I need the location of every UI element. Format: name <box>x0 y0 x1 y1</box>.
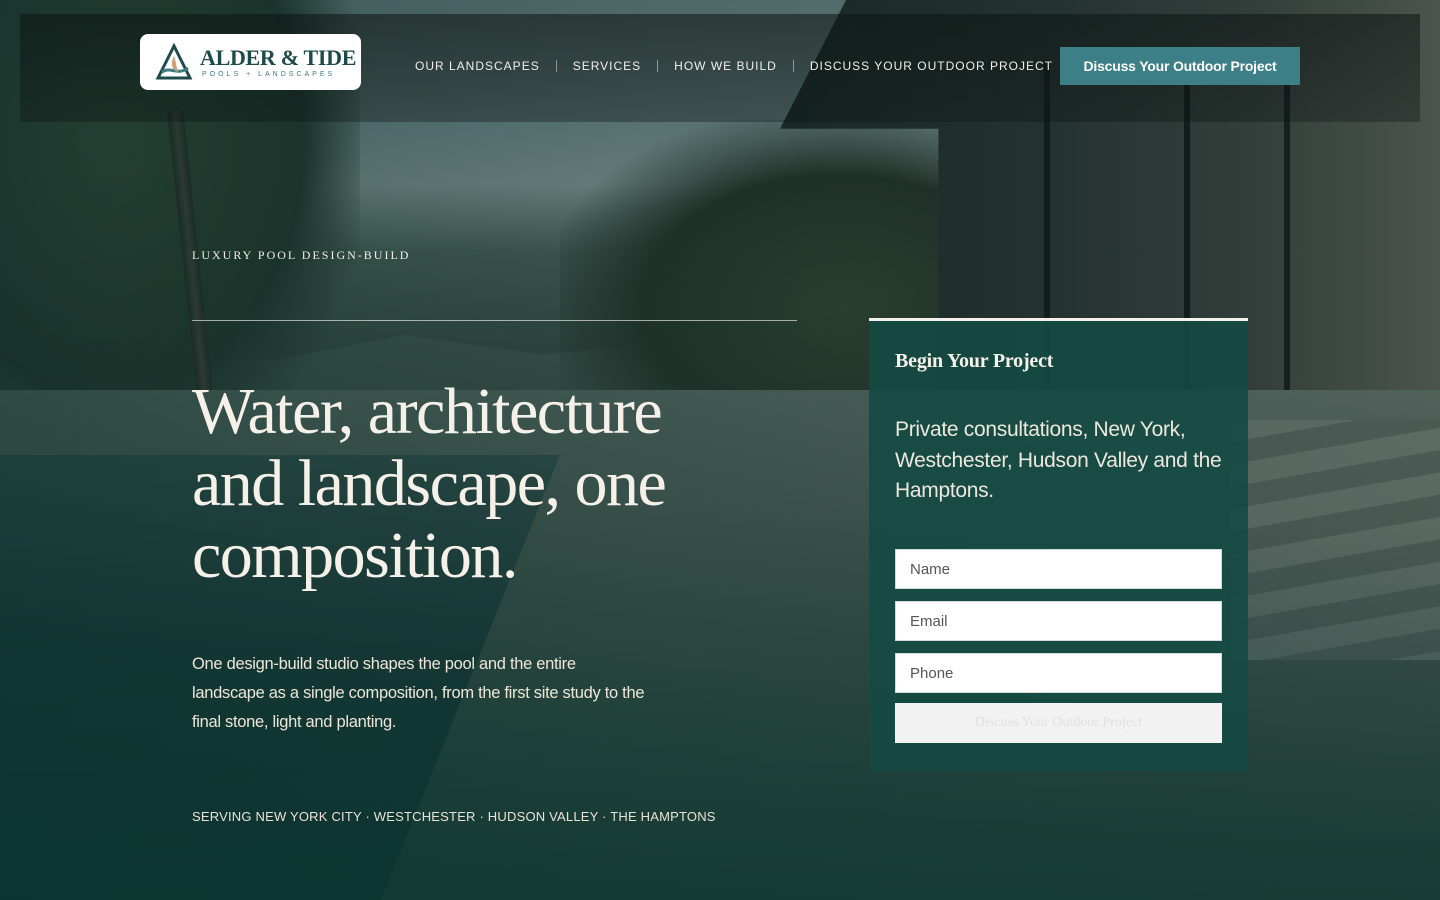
nav-our-landscapes[interactable]: OUR LANDSCAPES <box>415 59 540 73</box>
hero-divider <box>192 320 797 321</box>
project-inquiry-form: Begin Your Project Private consultations… <box>869 318 1248 771</box>
logo[interactable]: ALDER & TIDE POOLS + LANDSCAPES <box>140 34 361 90</box>
nav-divider <box>555 60 557 72</box>
form-description: Private consultations, New York, Westche… <box>895 418 1222 502</box>
form-submit-button[interactable]: Discuss Your Outdoor Project <box>895 703 1222 743</box>
hero-headline: Water, architecture and landscape, one c… <box>192 375 667 592</box>
hero-eyebrow: LUXURY POOL DESIGN-BUILD <box>192 248 411 262</box>
hero-description: One design-build studio shapes the pool … <box>192 655 645 731</box>
form-title: Begin Your Project <box>895 350 1054 372</box>
nav-divider <box>792 60 794 72</box>
email-field[interactable] <box>895 601 1222 641</box>
name-field[interactable] <box>895 549 1222 589</box>
nav-divider <box>657 60 659 72</box>
main-nav: OUR LANDSCAPES SERVICES HOW WE BUILD DIS… <box>415 57 1053 75</box>
logo-name: ALDER & TIDE <box>200 44 357 70</box>
header-cta-button[interactable]: Discuss Your Outdoor Project <box>1060 47 1300 85</box>
nav-how-we-build[interactable]: HOW WE BUILD <box>674 59 777 73</box>
logo-mark-icon <box>155 42 193 80</box>
nav-services[interactable]: SERVICES <box>573 59 641 73</box>
service-regions: SERVING NEW YORK CITY · WESTCHESTER · HU… <box>192 809 716 824</box>
logo-subtitle: POOLS + LANDSCAPES <box>202 70 336 78</box>
phone-field[interactable] <box>895 653 1222 693</box>
nav-discuss-project[interactable]: DISCUSS YOUR OUTDOOR PROJECT <box>810 59 1053 73</box>
